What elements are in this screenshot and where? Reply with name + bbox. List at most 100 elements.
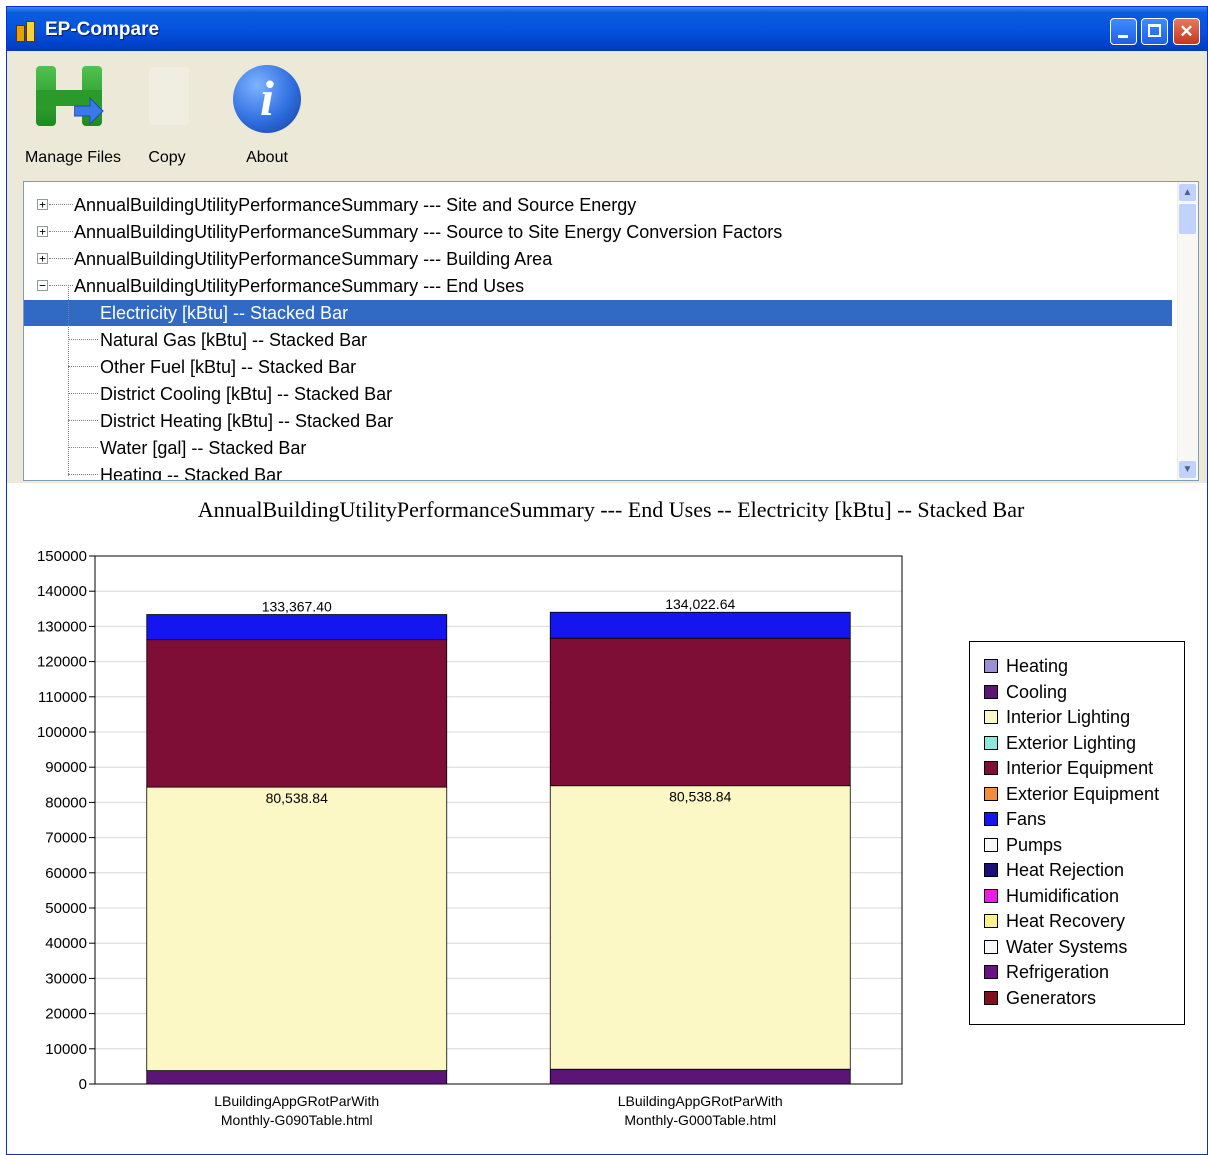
about-button[interactable]: i About	[227, 63, 307, 166]
y-tick-label: 0	[79, 1076, 87, 1093]
manage-files-label: Manage Files	[24, 149, 122, 166]
y-tick-label: 90000	[45, 759, 87, 776]
y-tick-label: 40000	[45, 935, 87, 952]
legend-label: Fans	[1006, 809, 1047, 829]
y-tick-label: 120000	[37, 654, 87, 671]
manage-files-button[interactable]: Manage Files	[13, 63, 133, 166]
tree-leaf-node[interactable]: Electricity [kBtu] -- Stacked Bar	[24, 300, 1172, 326]
minimize-icon	[1118, 35, 1128, 38]
legend-label: Heat Rejection	[1006, 860, 1125, 880]
chart-area: AnnualBuildingUtilityPerformanceSummary …	[7, 483, 1207, 1154]
legend-swatch	[984, 990, 998, 1005]
legend-swatch	[984, 710, 998, 724]
expand-icon[interactable]: +	[37, 226, 48, 237]
tree-leaf-node[interactable]: Heating -- Stacked Bar	[24, 462, 1172, 481]
legend-label: Generators	[1006, 987, 1097, 1008]
y-tick-label: 150000	[37, 548, 87, 565]
expand-icon[interactable]: +	[37, 199, 48, 210]
legend-swatch	[984, 735, 998, 750]
y-tick-label: 110000	[38, 689, 87, 706]
copy-icon	[149, 67, 189, 125]
tree-node-label: AnnualBuildingUtilityPerformanceSummary …	[74, 195, 637, 215]
tree-node-label: Natural Gas [kBtu] -- Stacked Bar	[100, 330, 368, 350]
bar-segment	[146, 1070, 448, 1085]
maximize-icon	[1148, 24, 1161, 37]
legend-swatch	[984, 659, 998, 673]
y-tick-label: 10000	[45, 1041, 87, 1058]
legend-swatch	[984, 939, 998, 954]
legend-swatch	[984, 863, 998, 877]
tree-connector	[68, 287, 69, 476]
close-button[interactable]: ✕	[1173, 18, 1200, 45]
bar-segment	[549, 611, 851, 639]
y-tick-label: 20000	[45, 1006, 87, 1023]
legend-swatch	[984, 837, 998, 852]
legend-swatch	[984, 965, 998, 979]
x-category-label: LBuildingAppGRotParWith	[618, 1093, 783, 1109]
bar-segment	[549, 637, 851, 787]
tree-group-node[interactable]: − AnnualBuildingUtilityPerformanceSummary…	[24, 273, 1172, 299]
tree-leaf-node[interactable]: Other Fuel [kBtu] -- Stacked Bar	[24, 354, 1172, 380]
bar-segment	[549, 785, 851, 1070]
legend-swatch	[984, 761, 998, 775]
y-tick-label: 50000	[45, 900, 87, 917]
legend-label: Humidification	[1006, 885, 1120, 906]
tree-group-node[interactable]: + AnnualBuildingUtilityPerformanceSummary…	[24, 192, 1172, 218]
report-tree[interactable]: + AnnualBuildingUtilityPerformanceSummary…	[23, 181, 1199, 481]
tree-leaf-node[interactable]: District Cooling [kBtu] -- Stacked Bar	[24, 381, 1172, 407]
minimize-button[interactable]	[1110, 18, 1137, 45]
tree-node-label: AnnualBuildingUtilityPerformanceSummary …	[74, 222, 783, 242]
tree-node-label: Heating -- Stacked Bar	[100, 465, 283, 481]
y-tick-label: 130000	[37, 618, 87, 635]
stacked-bar-chart: 0 10000 20000 30000 40000 50000 60000 70000 8000…	[37, 548, 903, 1128]
legend-swatch	[984, 684, 998, 699]
legend-swatch	[984, 812, 998, 826]
expand-icon[interactable]: +	[37, 253, 48, 264]
maximize-button[interactable]	[1141, 18, 1168, 45]
legend-label: Refrigeration	[1006, 962, 1110, 982]
tree-group-node[interactable]: + AnnualBuildingUtilityPerformanceSummary…	[24, 246, 1172, 272]
window-title: EP-Compare	[45, 19, 160, 40]
y-tick-label: 70000	[45, 830, 87, 847]
legend-swatch	[984, 786, 998, 801]
bar-total-label: 133,367.40	[262, 599, 332, 615]
x-category-label: Monthly-G090Table.html	[221, 1112, 373, 1128]
copy-button[interactable]: Copy	[131, 63, 203, 166]
legend-label: Pumps	[1006, 834, 1063, 855]
legend-swatch	[984, 888, 998, 903]
bar-segment	[146, 786, 448, 1072]
copy-label: Copy	[148, 149, 186, 166]
scroll-down-button[interactable]: ▼	[1179, 461, 1196, 478]
legend-label: Exterior Equipment	[1006, 783, 1160, 804]
y-tick-label: 100000	[37, 724, 87, 741]
bar-segment	[549, 1068, 851, 1085]
legend-label: Heat Recovery	[1006, 911, 1126, 931]
tree-node-label: District Cooling [kBtu] -- Stacked Bar	[100, 384, 393, 404]
tree-scrollbar[interactable]: ▲ ▼	[1177, 182, 1198, 480]
app-window: EP-Compare ✕ Manage Files Copy i About +…	[6, 6, 1208, 1155]
tree-leaf-node[interactable]: Water [gal] -- Stacked Bar	[24, 435, 1172, 461]
about-label: About	[246, 149, 288, 166]
toolbar: Manage Files Copy i About	[7, 51, 1207, 179]
collapse-icon[interactable]: −	[37, 280, 48, 291]
legend-label: Heating	[1006, 656, 1069, 676]
tree-node-label: District Heating [kBtu] -- Stacked Bar	[100, 411, 394, 431]
tree-leaf-node[interactable]: Natural Gas [kBtu] -- Stacked Bar	[24, 327, 1172, 353]
scroll-up-button[interactable]: ▲	[1179, 184, 1196, 201]
title-bar[interactable]: EP-Compare ✕	[7, 7, 1207, 51]
y-tick-label: 60000	[45, 865, 87, 882]
scroll-thumb[interactable]	[1179, 204, 1196, 234]
tree-group-node[interactable]: + AnnualBuildingUtilityPerformanceSummary…	[24, 219, 1172, 245]
y-tick-label: 140000	[37, 583, 87, 600]
close-icon: ✕	[1179, 22, 1194, 41]
x-category-label: Monthly-G000Table.html	[624, 1112, 776, 1128]
tree-node-label: AnnualBuildingUtilityPerformanceSummary …	[74, 276, 525, 296]
legend-label: Interior Equipment	[1006, 758, 1154, 778]
bar-value-label: 80,538.84	[266, 790, 328, 806]
tree-node-label: Other Fuel [kBtu] -- Stacked Bar	[100, 357, 357, 377]
legend-label: Interior Lighting	[1006, 707, 1131, 727]
info-icon: i	[233, 65, 301, 133]
tree-leaf-node[interactable]: District Heating [kBtu] -- Stacked Bar	[24, 408, 1172, 434]
bar-segment	[146, 614, 448, 641]
tree-node-label: Electricity [kBtu] -- Stacked Bar	[100, 303, 349, 323]
